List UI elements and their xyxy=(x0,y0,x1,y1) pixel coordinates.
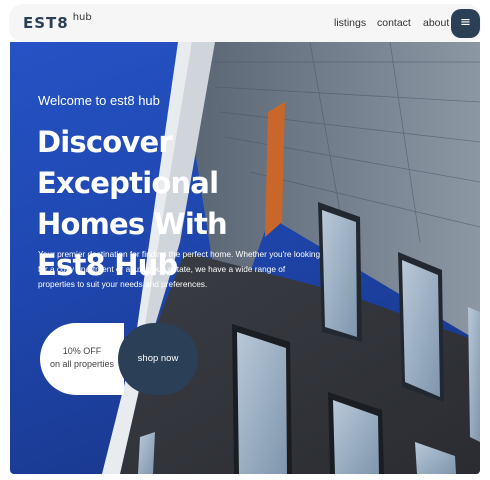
hamburger-icon: ≡ xyxy=(460,15,471,30)
nav-link-about[interactable]: about xyxy=(423,17,449,29)
logo-main: EST8 xyxy=(23,14,69,32)
welcome-text: Welcome to est8 hub xyxy=(38,93,160,108)
shop-now-button[interactable]: shop now xyxy=(118,323,198,395)
menu-button[interactable]: ≡ xyxy=(451,9,480,38)
navbar: EST8 hub listings contact about ≡ xyxy=(9,4,481,42)
promo-line-1: 10% OFF xyxy=(62,346,102,356)
nav-link-contact[interactable]: contact xyxy=(377,17,411,29)
hero-description: Your premier destination for finding the… xyxy=(38,249,321,289)
logo-sub: hub xyxy=(72,12,92,23)
promo-line-2: on all properties xyxy=(49,359,115,369)
discount-badge: 10% OFF on all properties xyxy=(40,323,124,395)
hero-section: Welcome to est8 hub Discover Exceptional… xyxy=(10,42,480,474)
brand-logo[interactable]: EST8 hub xyxy=(23,12,92,32)
nav-link-listings[interactable]: listings xyxy=(334,17,366,29)
